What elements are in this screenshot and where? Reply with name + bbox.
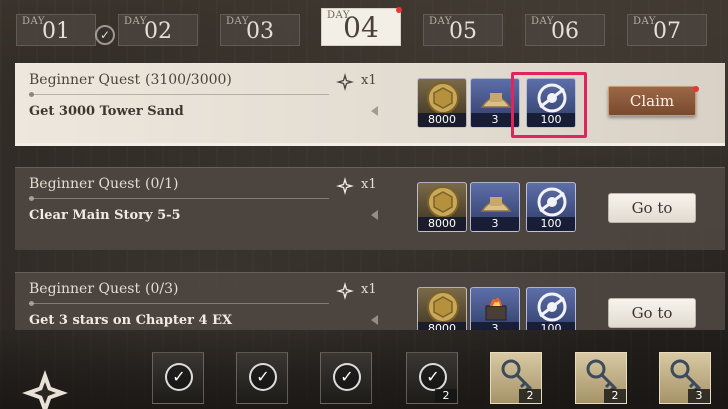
speaker-icon	[371, 315, 378, 325]
milestone-reward-1[interactable]: ✓	[152, 352, 204, 404]
completed-check-icon: ✓	[95, 25, 115, 45]
claimed-check-icon: ✓	[249, 363, 277, 391]
reward-count: 3	[471, 113, 519, 127]
reward-ticket[interactable]: 100	[526, 182, 576, 232]
quest-multiplier: x1	[361, 282, 377, 297]
divider	[29, 92, 329, 97]
quest-progress: (0/1)	[145, 176, 179, 192]
reward-sand[interactable]: 3	[470, 78, 520, 128]
tab-day-07[interactable]: DAY 07	[627, 14, 707, 46]
claimed-check-icon: ✓	[333, 363, 361, 391]
notification-dot	[396, 7, 402, 13]
divider	[29, 301, 329, 306]
reward-count: 2	[519, 389, 541, 403]
day-number: 05	[449, 19, 477, 44]
tab-day-05[interactable]: DAY 05	[423, 14, 503, 46]
reward-count: 2	[435, 389, 457, 403]
tab-day-01[interactable]: DAY 01 ✓	[16, 14, 115, 46]
tower-sand-icon	[480, 93, 512, 108]
tab-day-06[interactable]: DAY 06	[525, 14, 605, 46]
star-emblem-icon	[335, 281, 355, 301]
milestone-reward-7[interactable]: 3	[659, 352, 711, 404]
speaker-icon	[371, 210, 378, 220]
gold-coin-icon	[427, 186, 459, 218]
reward-ticket[interactable]: 100	[526, 287, 576, 330]
day-number: 06	[551, 19, 579, 44]
reward-count: 3	[471, 322, 519, 330]
milestone-reward-5[interactable]: 2	[490, 352, 542, 404]
reward-count: 2	[604, 389, 626, 403]
reward-count: 8000	[418, 217, 466, 231]
quest-card: Beginner Quest (0/1) Clear Main Story 5-…	[15, 167, 725, 250]
reward-forge[interactable]: 3	[470, 287, 520, 330]
claim-button[interactable]: Claim	[608, 86, 696, 116]
quest-card: Beginner Quest (0/3) Get 3 stars on Chap…	[15, 272, 725, 330]
milestone-reward-4[interactable]: ✓ 2	[406, 352, 458, 404]
reward-coin[interactable]: 8000	[417, 78, 467, 128]
quest-title: Beginner Quest	[29, 176, 141, 192]
quest-multiplier: x1	[361, 177, 377, 192]
day-number: 07	[653, 19, 681, 44]
go-to-button[interactable]: Go to	[608, 298, 696, 328]
quest-progress: (0/3)	[145, 281, 179, 297]
gold-coin-icon	[427, 291, 459, 323]
reward-count: 3	[688, 389, 710, 403]
divider	[29, 196, 329, 201]
summon-ticket-icon	[537, 187, 567, 217]
reward-sand[interactable]: 3	[470, 182, 520, 232]
tab-day-02[interactable]: DAY 02	[118, 14, 198, 46]
notification-dot	[693, 86, 699, 92]
speaker-icon	[371, 106, 378, 116]
quest-title: Beginner Quest	[29, 281, 141, 297]
go-to-button[interactable]: Go to	[608, 193, 696, 223]
reward-count: 100	[527, 322, 575, 330]
tower-sand-icon	[480, 197, 512, 212]
forge-fire-icon	[485, 297, 507, 321]
summon-ticket-icon	[537, 292, 567, 322]
reward-ticket[interactable]: 100	[526, 78, 576, 128]
milestone-reward-2[interactable]: ✓	[236, 352, 288, 404]
reward-count: 8000	[418, 113, 466, 127]
tab-day-04[interactable]: DAY 04	[321, 7, 402, 46]
milestone-reward-6[interactable]: 2	[575, 352, 627, 404]
day-number: 02	[144, 19, 172, 44]
quest-description: Clear Main Story 5-5	[29, 208, 181, 223]
day-number: 04	[343, 11, 379, 44]
milestone-reward-3[interactable]: ✓	[320, 352, 372, 404]
quest-multiplier: x1	[361, 73, 377, 88]
claimed-check-icon: ✓	[165, 363, 193, 391]
quest-description: Get 3000 Tower Sand	[29, 104, 184, 119]
day-number: 03	[246, 19, 274, 44]
quest-progress: (3100/3000)	[145, 72, 232, 88]
quest-card: Beginner Quest (3100/3000) Get 3000 Towe…	[15, 63, 725, 146]
quest-title: Beginner Quest	[29, 72, 141, 88]
reward-coin[interactable]: 8000	[417, 287, 467, 330]
star-emblem-icon	[335, 72, 355, 92]
claimed-check-icon: ✓	[419, 363, 447, 391]
star-emblem-icon	[335, 176, 355, 196]
reward-count: 8000	[418, 322, 466, 330]
reward-count: 3	[471, 217, 519, 231]
day-number: 01	[42, 19, 70, 44]
reward-coin[interactable]: 8000	[417, 182, 467, 232]
summon-ticket-icon	[537, 83, 567, 113]
gold-coin-icon	[427, 82, 459, 114]
reward-count: 100	[527, 113, 575, 127]
quest-description: Get 3 stars on Chapter 4 EX	[29, 313, 233, 328]
tab-day-03[interactable]: DAY 03	[220, 14, 300, 46]
reward-count: 100	[527, 217, 575, 231]
emblem-icon	[20, 368, 70, 409]
